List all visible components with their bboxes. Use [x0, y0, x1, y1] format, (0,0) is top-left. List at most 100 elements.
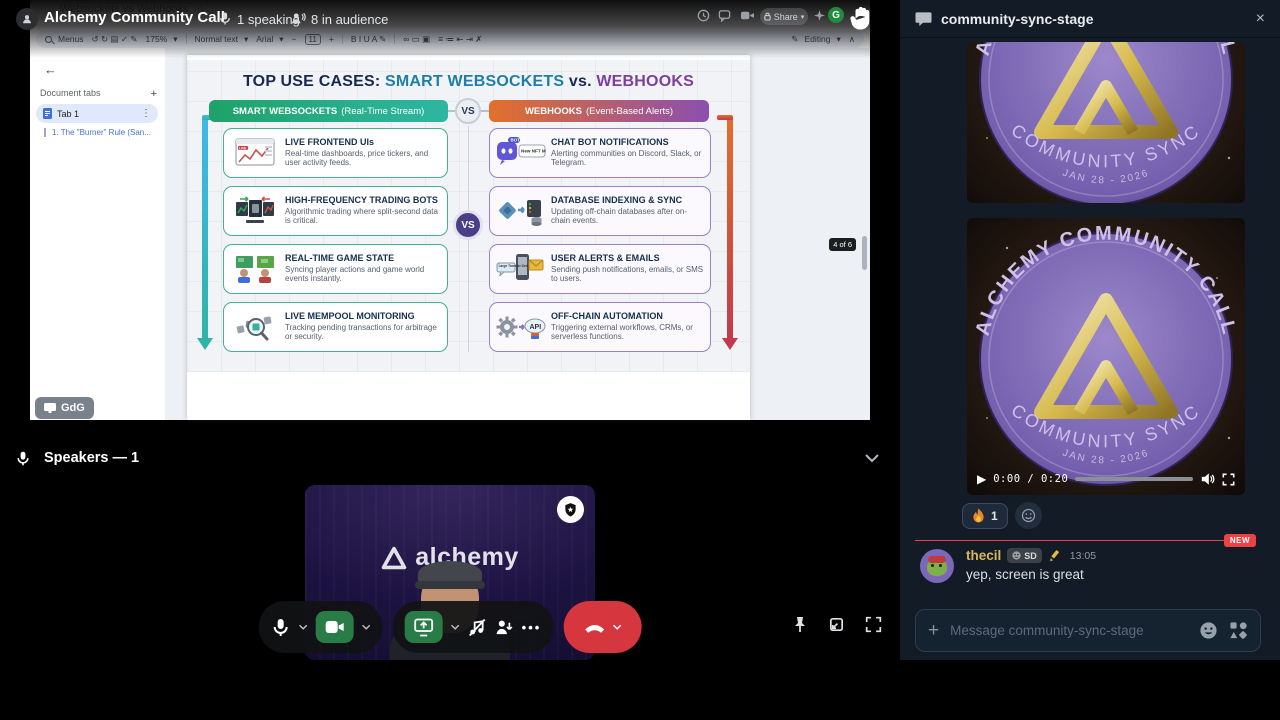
call-topbar: Alchemy Community Call 1 speaking 8 in a… — [0, 0, 900, 58]
docs-scrollbar[interactable] — [862, 236, 867, 270]
camera-button[interactable] — [316, 611, 354, 643]
server-tag-badge[interactable]: SD — [1007, 548, 1042, 563]
account-avatar[interactable]: G — [828, 7, 844, 23]
screenshare-options-chevron[interactable] — [451, 624, 460, 630]
chat-bubble-icon — [915, 11, 932, 27]
tab-1-item[interactable]: Tab 1 ⋮ — [36, 104, 158, 123]
svg-text:New NFT Minted!: New NFT Minted! — [521, 149, 546, 154]
play-button[interactable]: ▶ — [977, 472, 986, 486]
share-button[interactable]: Share▾ — [760, 8, 808, 25]
stream-view-buttons — [792, 616, 882, 634]
usecase-card-chatbot: BOTNew NFT Minted! CHAT BOT NOTIFICATION… — [489, 128, 711, 178]
webhooks-flow-arrow — [727, 116, 733, 346]
discord-bot-icon: BOT New NFT Minted! — [495, 131, 547, 175]
comments-icon[interactable] — [718, 9, 731, 22]
vs-badge-middle: VS — [453, 210, 483, 240]
infographic: TOP USE CASES: SMART WEBSOCKETS vs. WEBH… — [187, 60, 750, 372]
usecase-card-alerts: Large Transfer Detected! USER ALERTS & E… — [489, 244, 711, 294]
camera-options-chevron[interactable] — [362, 624, 371, 630]
meet-icon[interactable] — [740, 9, 755, 22]
new-badge: NEW — [1224, 534, 1256, 547]
phone-mail-icon: Large Transfer Detected! — [495, 247, 547, 291]
usecase-card-automation: API OFF-CHAIN AUTOMATIONTriggering exter… — [489, 302, 711, 352]
infographic-title: TOP USE CASES: SMART WEBSOCKETS vs. WEBH… — [187, 73, 750, 91]
volume-icon[interactable] — [1200, 472, 1215, 486]
version-history-icon[interactable] — [697, 9, 710, 22]
webhooks-header-pill: WEBHOOKS(Event-Based Alerts) — [489, 100, 709, 122]
coin-image-attachment[interactable] — [967, 42, 1245, 203]
channel-name: community-sync-stage — [941, 11, 1093, 27]
message-composer[interactable]: + — [915, 609, 1261, 652]
more-options-button[interactable]: ••• — [522, 620, 542, 635]
raised-hand-icon — [850, 5, 874, 31]
fullscreen-icon[interactable] — [865, 616, 882, 634]
docs-sidebar: ← Document tabs + Tab 1 ⋮ 1. The "Burner… — [30, 48, 165, 420]
message-text: yep, screen is great — [966, 567, 1084, 582]
fire-reaction-pill[interactable]: 1 — [962, 503, 1008, 529]
coin-video-attachment[interactable]: ▶ 0:00 / 0:20 — [967, 218, 1245, 495]
video-fullscreen-icon[interactable] — [1222, 473, 1235, 486]
speakers-section-header[interactable]: Speakers — 1 — [0, 441, 900, 475]
popout-icon[interactable] — [828, 616, 845, 634]
call-controls: ••• — [259, 601, 642, 653]
presenter-tag: GdG — [35, 397, 94, 419]
doc-icon — [43, 108, 52, 119]
tag-emoji-icon — [1012, 551, 1021, 560]
stage-area: Websockets vs Webhooks ☆ Menus ↺ ↻ ▤ ✓ ✎… — [0, 0, 900, 660]
svg-text:API: API — [530, 324, 542, 331]
usecase-card-database: DATABASE INDEXING & SYNCUpdating off-cha… — [489, 186, 711, 236]
message-header: thecil SD 13:05 — [966, 548, 1096, 563]
browser-chart-icon: LIVE — [229, 131, 281, 175]
message-input[interactable] — [950, 623, 1188, 638]
add-tab-button[interactable]: + — [151, 88, 157, 100]
stage-channel-icon — [16, 8, 38, 30]
gear-api-icon: API — [495, 305, 547, 349]
disconnect-button[interactable] — [563, 601, 641, 653]
activities-button[interactable] — [495, 618, 514, 637]
new-messages-divider: NEW — [915, 540, 1256, 541]
document-tabs-label: Document tabs — [40, 88, 101, 100]
video-progress-bar[interactable] — [1075, 477, 1193, 481]
outline-item[interactable]: 1. The "Burner" Rule (San... — [44, 128, 156, 137]
screenshare-button[interactable] — [405, 611, 443, 643]
usecase-card-trading-bots: HIGH-FREQUENCY TRADING BOTSAlgorithmic t… — [223, 186, 448, 236]
gamers-icon — [229, 247, 281, 291]
video-timestamp: 0:00 / 0:20 — [993, 473, 1068, 485]
chevron-down-icon[interactable] — [864, 453, 880, 463]
apps-gift-icon[interactable] — [1229, 621, 1248, 640]
fire-emoji-icon — [972, 508, 985, 523]
audience-icon — [291, 11, 306, 26]
video-controls: ▶ 0:00 / 0:20 — [967, 467, 1245, 491]
mute-button[interactable] — [271, 617, 291, 638]
pin-icon[interactable] — [792, 616, 808, 634]
usecase-card-live-frontend: LIVE LIVE FRONTEND UIsReal-time dashboar… — [223, 128, 448, 178]
reactions-row: 1 — [962, 502, 1042, 529]
message-timestamp: 13:05 — [1070, 550, 1096, 562]
screen-icon — [44, 403, 56, 413]
docs-canvas: TOP USE CASES: SMART WEBSOCKETS vs. WEBH… — [165, 48, 870, 420]
disconnect-options-chevron[interactable] — [612, 624, 621, 630]
svg-text:BOT: BOT — [511, 138, 521, 143]
magnifier-blocks-icon — [229, 305, 281, 349]
avatar[interactable] — [920, 549, 954, 583]
document-page: TOP USE CASES: SMART WEBSOCKETS vs. WEBH… — [187, 55, 750, 420]
tab-menu-icon[interactable]: ⋮ — [141, 108, 151, 119]
attach-plus-icon[interactable]: + — [928, 620, 939, 642]
shield-star-icon — [563, 502, 578, 518]
close-icon[interactable]: × — [1256, 11, 1265, 27]
soundboard-button[interactable] — [468, 618, 487, 637]
websockets-flow-arrow — [202, 116, 208, 346]
mic-icon — [15, 450, 31, 467]
message-author[interactable]: thecil — [966, 548, 1001, 563]
chat-panel: community-sync-stage × ▶ 0:00 / 0:20 1 N… — [900, 0, 1280, 660]
footer-bar: alchemy — [0, 660, 1280, 720]
pencil-emoji-icon — [1048, 549, 1062, 563]
gemini-sparkle-icon[interactable] — [814, 10, 825, 21]
add-reaction-button[interactable] — [1015, 502, 1042, 529]
emoji-picker-icon[interactable] — [1199, 621, 1218, 640]
mic-options-chevron[interactable] — [299, 624, 308, 630]
phone-down-icon — [583, 622, 605, 633]
page-indicator-badge: 4 of 6 — [829, 238, 856, 251]
chat-header: community-sync-stage × — [900, 0, 1280, 37]
back-arrow-icon[interactable]: ← — [44, 62, 57, 77]
